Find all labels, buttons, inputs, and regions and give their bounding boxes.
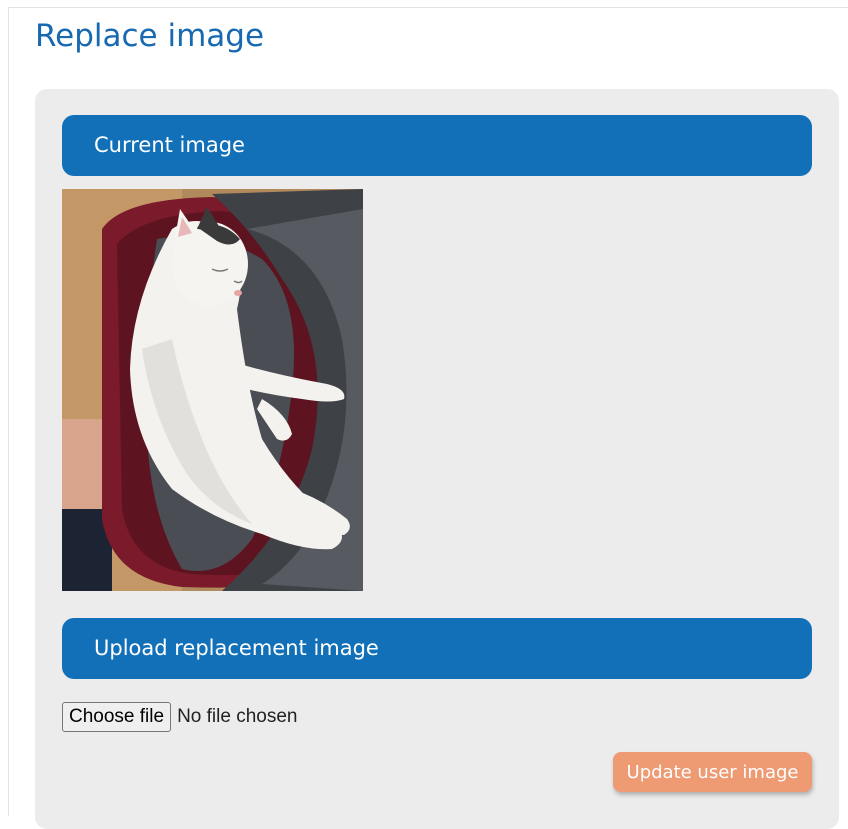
update-user-image-label: Update user image [626, 761, 799, 783]
upload-replacement-header-label: Upload replacement image [94, 636, 379, 660]
page-border-left [8, 7, 9, 816]
update-user-image-button[interactable]: Update user image [613, 752, 812, 792]
upload-replacement-header: Upload replacement image [62, 618, 812, 679]
current-image-header-label: Current image [94, 133, 245, 157]
page-title: Replace image [35, 18, 265, 54]
page-border-top [8, 7, 848, 8]
current-user-image [62, 189, 363, 591]
current-image-header: Current image [62, 115, 812, 176]
choose-file-button[interactable]: Choose file [62, 701, 172, 732]
file-status-text: No file chosen [177, 705, 298, 727]
file-input[interactable]: Choose file No file chosen [62, 701, 297, 732]
